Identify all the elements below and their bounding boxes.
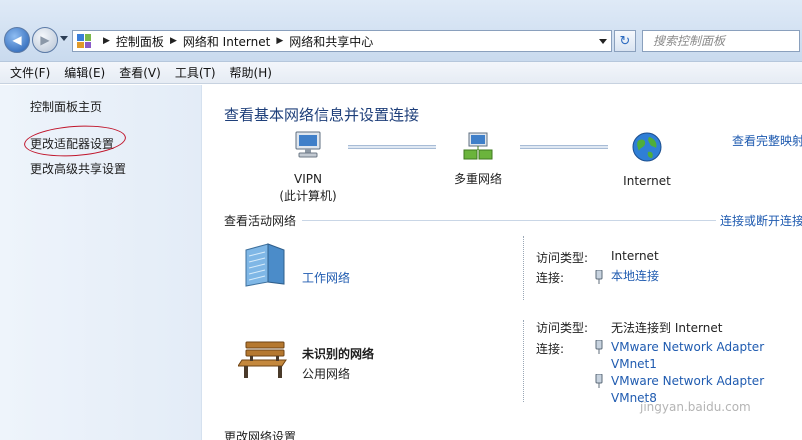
public-network-bench-icon[interactable] bbox=[237, 336, 290, 383]
ethernet-icon bbox=[595, 340, 603, 354]
forward-button[interactable]: ▶ bbox=[32, 27, 58, 53]
chevron-right-icon[interactable]: ▶ bbox=[170, 36, 177, 46]
chevron-right-icon[interactable]: ▶ bbox=[276, 36, 283, 46]
control-panel-icon bbox=[77, 34, 91, 48]
sidebar-item-advanced-sharing-settings[interactable]: 更改高级共享设置 bbox=[30, 160, 126, 177]
back-button[interactable]: ◀ bbox=[4, 27, 30, 53]
local-connection-link[interactable]: 本地连接 bbox=[611, 268, 659, 285]
breadcrumb-network-internet[interactable]: 网络和 Internet bbox=[183, 33, 270, 50]
breadcrumb-control-panel[interactable]: 控制面板 bbox=[116, 33, 164, 50]
computer-name: VIPN (此计算机) bbox=[278, 171, 338, 205]
work-network-icon[interactable] bbox=[240, 242, 290, 291]
computer-label: VIPN bbox=[294, 172, 322, 186]
map-node-internet[interactable]: Internet bbox=[618, 130, 676, 190]
access-type-value: Internet bbox=[611, 249, 659, 263]
map-connection-line bbox=[348, 145, 436, 149]
network-category-link[interactable]: 公用网络 bbox=[302, 365, 350, 382]
refresh-button[interactable]: ↻ bbox=[614, 30, 636, 52]
chevron-down-icon[interactable] bbox=[599, 39, 607, 44]
menu-edit[interactable]: 编辑(E) bbox=[64, 64, 105, 81]
access-type-label: 访问类型: bbox=[536, 251, 589, 265]
map-node-multiple-networks[interactable]: 多重网络 bbox=[448, 130, 508, 188]
internet-label: Internet bbox=[623, 174, 671, 188]
computer-sublabel: (此计算机) bbox=[279, 189, 337, 203]
active-networks-heading: 查看活动网络 bbox=[224, 214, 297, 228]
multiple-networks-label: 多重网络 bbox=[453, 172, 502, 186]
access-type-label: 访问类型: bbox=[536, 321, 589, 335]
globe-icon bbox=[632, 132, 662, 162]
connect-disconnect-link[interactable]: 连接或断开连接 bbox=[720, 212, 802, 229]
menu-tools[interactable]: 工具(T) bbox=[175, 64, 216, 81]
address-field[interactable]: ▶ 控制面板 ▶ 网络和 Internet ▶ 网络和共享中心 bbox=[72, 30, 612, 52]
access-type-value: 无法连接到 Internet bbox=[611, 321, 723, 335]
menu-bar: 文件(F) 编辑(E) 查看(V) 工具(T) 帮助(H) bbox=[0, 62, 802, 84]
menu-file[interactable]: 文件(F) bbox=[10, 64, 50, 81]
vertical-divider bbox=[523, 320, 524, 402]
page-title: 查看基本网络信息并设置连接 bbox=[224, 106, 420, 124]
highlight-annotation bbox=[23, 122, 127, 160]
ethernet-icon bbox=[595, 270, 603, 284]
computer-icon bbox=[295, 131, 321, 158]
watermark: jingyan.baidu.com bbox=[640, 400, 751, 414]
search-input[interactable]: 搜索控制面板 bbox=[642, 30, 800, 52]
connections-label: 连接: bbox=[536, 342, 565, 356]
task-pane: 控制面板主页 更改适配器设置 更改高级共享设置 bbox=[0, 85, 202, 440]
menu-view[interactable]: 查看(V) bbox=[119, 64, 161, 81]
vmnet1-connection-link[interactable]: VMware Network Adapter VMnet1 bbox=[611, 339, 799, 373]
address-toolbar: ◀ ▶ ▶ 控制面板 ▶ 网络和 Internet ▶ 网络和共享中心 ↻ 搜索… bbox=[0, 0, 802, 62]
view-full-map-link[interactable]: 查看完整映射 bbox=[732, 132, 802, 149]
ethernet-icon bbox=[595, 374, 603, 388]
recent-pages-dropdown[interactable] bbox=[60, 36, 68, 41]
change-network-settings-heading: 更改网络设置 bbox=[224, 430, 297, 440]
forward-arrow-icon: ▶ bbox=[40, 33, 50, 47]
map-connection-line bbox=[520, 145, 608, 149]
network-name-link[interactable]: 工作网络 bbox=[302, 269, 350, 286]
multiple-networks-icon bbox=[463, 132, 493, 160]
map-node-computer[interactable]: VIPN (此计算机) bbox=[278, 130, 338, 205]
menu-help[interactable]: 帮助(H) bbox=[230, 64, 272, 81]
vertical-divider bbox=[523, 236, 524, 300]
network-name: 未识别的网络 bbox=[302, 347, 375, 361]
section-divider bbox=[302, 220, 716, 221]
back-arrow-icon: ◀ bbox=[12, 33, 22, 47]
breadcrumb-network-sharing-center[interactable]: 网络和共享中心 bbox=[289, 33, 373, 50]
chevron-right-icon[interactable]: ▶ bbox=[103, 36, 110, 46]
sidebar-item-control-panel-home[interactable]: 控制面板主页 bbox=[30, 98, 102, 115]
refresh-icon: ↻ bbox=[619, 33, 631, 49]
connections-label: 连接: bbox=[536, 271, 565, 285]
